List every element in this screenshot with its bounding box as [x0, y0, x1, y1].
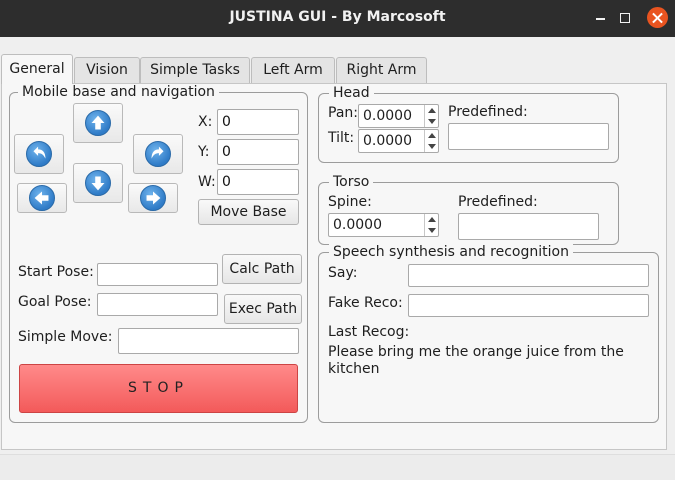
arrow-right-icon: [140, 185, 166, 211]
spin-down-icon[interactable]: [428, 119, 436, 124]
status-bar: [0, 454, 675, 480]
arrow-left-icon: [29, 185, 55, 211]
move-right-button[interactable]: [128, 183, 178, 213]
x-field[interactable]: 0: [217, 109, 299, 135]
torso-predefined-field[interactable]: [458, 213, 599, 240]
tab-vision[interactable]: Vision: [74, 57, 140, 83]
goal-pose-label: Goal Pose:: [18, 294, 92, 310]
turn-right-icon: [145, 141, 171, 167]
goal-pose-field[interactable]: [97, 293, 218, 316]
say-field[interactable]: [408, 264, 649, 287]
spin-up-icon[interactable]: [428, 108, 436, 113]
spine-spinbox[interactable]: 0.0000: [328, 213, 439, 237]
last-recog-label: Last Recog:: [328, 324, 410, 340]
pan-stepper[interactable]: [424, 105, 438, 127]
pan-label: Pan:: [328, 105, 358, 121]
pan-value: 0.0000: [363, 108, 412, 124]
fake-reco-field[interactable]: [408, 294, 649, 317]
spin-up-icon[interactable]: [428, 133, 436, 138]
spin-down-icon[interactable]: [428, 144, 436, 149]
arrow-down-icon: [85, 170, 111, 196]
spine-label: Spine:: [328, 194, 372, 210]
move-left-button[interactable]: [17, 183, 67, 213]
close-icon[interactable]: [647, 7, 668, 28]
stop-button[interactable]: STOP: [19, 364, 298, 413]
tab-simple-tasks[interactable]: Simple Tasks: [140, 57, 250, 83]
turn-left-icon: [26, 141, 52, 167]
simple-move-label: Simple Move:: [18, 329, 113, 345]
arrow-up-icon: [85, 110, 111, 136]
tab-left-arm[interactable]: Left Arm: [251, 57, 335, 83]
start-pose-field[interactable]: [97, 263, 218, 286]
move-backward-button[interactable]: [73, 163, 123, 203]
w-label: W:: [198, 174, 216, 190]
title-bar: JUSTINA GUI - By Marcosoft: [0, 0, 675, 37]
tab-general[interactable]: General: [1, 54, 73, 84]
start-pose-label: Start Pose:: [18, 264, 94, 280]
head-title: Head: [329, 85, 374, 101]
speech-title: Speech synthesis and recognition: [329, 244, 573, 260]
spine-stepper[interactable]: [424, 214, 438, 236]
tilt-spinbox[interactable]: 0.0000: [358, 129, 439, 153]
x-label: X:: [198, 114, 213, 130]
w-field[interactable]: 0: [217, 169, 299, 195]
torso-predefined-label: Predefined:: [458, 194, 538, 210]
spin-up-icon[interactable]: [428, 217, 436, 222]
turn-left-button[interactable]: [14, 134, 64, 174]
window-title: JUSTINA GUI - By Marcosoft: [229, 9, 446, 25]
torso-title: Torso: [329, 174, 374, 190]
head-predefined-field[interactable]: [448, 123, 609, 150]
say-label: Say:: [328, 265, 358, 281]
tilt-stepper[interactable]: [424, 130, 438, 152]
head-predefined-label: Predefined:: [448, 104, 528, 120]
spine-value: 0.0000: [333, 217, 382, 233]
mobile-base-title: Mobile base and navigation: [18, 84, 219, 100]
tab-right-arm[interactable]: Right Arm: [336, 57, 427, 83]
tilt-value: 0.0000: [363, 133, 412, 149]
y-field[interactable]: 0: [217, 139, 299, 165]
spin-down-icon[interactable]: [428, 228, 436, 233]
y-label: Y:: [198, 144, 210, 160]
tilt-label: Tilt:: [328, 130, 355, 146]
simple-move-field[interactable]: [118, 328, 299, 354]
maximize-icon[interactable]: [615, 8, 635, 28]
exec-path-button[interactable]: Exec Path: [224, 294, 302, 324]
calc-path-button[interactable]: Calc Path: [222, 254, 302, 284]
pan-spinbox[interactable]: 0.0000: [358, 104, 439, 128]
fake-reco-label: Fake Reco:: [328, 295, 403, 311]
move-forward-button[interactable]: [73, 103, 123, 143]
minimize-icon[interactable]: [591, 8, 611, 28]
last-recog-text: Please bring me the orange juice from th…: [328, 344, 624, 377]
turn-right-button[interactable]: [133, 134, 183, 174]
move-base-button[interactable]: Move Base: [198, 199, 299, 225]
